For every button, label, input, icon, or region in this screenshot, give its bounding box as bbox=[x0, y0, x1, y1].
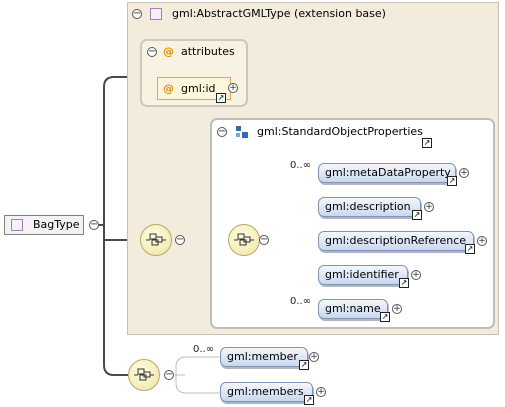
link-arrow-icon[interactable]: ↗ bbox=[304, 395, 314, 405]
sequence-compositor-icon[interactable] bbox=[228, 224, 260, 256]
element-name: gml:member bbox=[227, 350, 298, 363]
attribute-name: gml:id bbox=[181, 82, 216, 95]
extension-base-label: gml:AbstractGMLType (extension base) bbox=[172, 7, 386, 20]
root-name: BagType bbox=[33, 218, 80, 231]
element-name-item[interactable]: gml:name bbox=[318, 299, 388, 319]
collapse-root-icon[interactable]: − bbox=[89, 220, 99, 230]
attributes-label: attributes bbox=[181, 45, 235, 58]
element-name: gml:members bbox=[227, 385, 304, 398]
expand-element-icon[interactable]: + bbox=[316, 387, 326, 397]
cardinality-label: 0..∞ bbox=[290, 296, 312, 307]
cardinality-label: 0..∞ bbox=[193, 344, 215, 355]
link-arrow-icon[interactable]: ↗ bbox=[216, 93, 226, 103]
collapse-sequence-icon[interactable]: − bbox=[164, 370, 174, 380]
expand-element-icon[interactable]: + bbox=[411, 270, 421, 280]
link-arrow-icon[interactable]: ↗ bbox=[447, 176, 457, 186]
element-meta-data-property[interactable]: gml:metaDataProperty bbox=[318, 163, 456, 183]
link-arrow-icon[interactable]: ↗ bbox=[380, 312, 390, 322]
attribute-at-icon: @ bbox=[163, 82, 174, 95]
sequence-compositor-icon[interactable] bbox=[128, 359, 160, 391]
sequence-compositor-icon[interactable] bbox=[140, 224, 172, 256]
element-description[interactable]: gml:description bbox=[318, 197, 421, 217]
expand-element-icon[interactable]: + bbox=[477, 236, 487, 246]
collapse-attributes-icon[interactable]: − bbox=[147, 47, 157, 57]
group-box bbox=[210, 118, 495, 329]
element-name: gml:metaDataProperty bbox=[325, 166, 451, 179]
link-arrow-icon[interactable]: ↗ bbox=[465, 244, 475, 254]
element-description-reference[interactable]: gml:descriptionReference bbox=[318, 231, 474, 251]
sequence-glyph-icon bbox=[146, 233, 166, 246]
element-name: gml:description bbox=[325, 200, 411, 213]
collapse-sequence-icon[interactable]: − bbox=[259, 235, 269, 245]
link-arrow-icon[interactable]: ↗ bbox=[299, 360, 309, 370]
complex-type-icon bbox=[150, 8, 162, 20]
element-members[interactable]: gml:members bbox=[220, 382, 313, 402]
collapse-extension-icon[interactable]: − bbox=[132, 9, 142, 19]
element-name: gml:identifier bbox=[325, 268, 399, 281]
sequence-glyph-icon bbox=[134, 368, 154, 381]
element-member[interactable]: gml:member bbox=[220, 347, 308, 367]
expand-element-icon[interactable]: + bbox=[309, 352, 319, 362]
link-arrow-icon[interactable]: ↗ bbox=[399, 278, 409, 288]
group-icon bbox=[236, 126, 248, 138]
complex-type-icon bbox=[11, 219, 23, 231]
expand-element-icon[interactable]: + bbox=[392, 304, 402, 314]
attribute-at-icon: @ bbox=[163, 45, 174, 58]
element-identifier[interactable]: gml:identifier bbox=[318, 265, 408, 285]
group-label: gml:StandardObjectProperties bbox=[257, 125, 423, 138]
element-name: gml:descriptionReference bbox=[325, 234, 467, 247]
sequence-glyph-icon bbox=[234, 233, 254, 246]
link-arrow-icon[interactable]: ↗ bbox=[422, 138, 432, 148]
root-element[interactable]: BagType bbox=[4, 215, 84, 235]
link-arrow-icon[interactable]: ↗ bbox=[412, 210, 422, 220]
expand-element-icon[interactable]: + bbox=[424, 202, 434, 212]
expand-element-icon[interactable]: + bbox=[459, 168, 469, 178]
cardinality-label: 0..∞ bbox=[290, 160, 312, 171]
collapse-sequence-icon[interactable]: − bbox=[175, 235, 185, 245]
expand-attribute-icon[interactable]: + bbox=[228, 83, 238, 93]
collapse-group-icon[interactable]: − bbox=[217, 127, 227, 137]
element-name: gml:name bbox=[325, 302, 381, 315]
